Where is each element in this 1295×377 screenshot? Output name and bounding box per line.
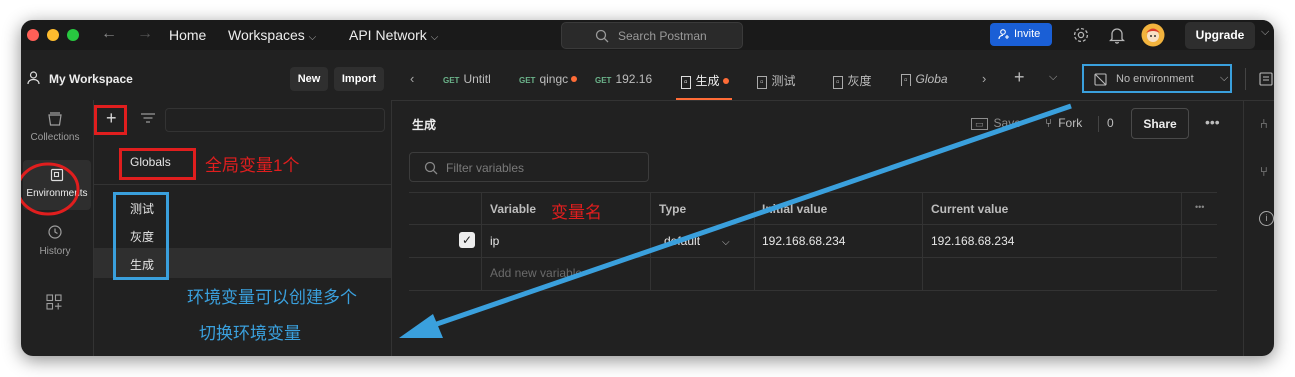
annotation-globals-highlight — [119, 148, 196, 180]
api-network-menu[interactable]: API Network ⌵ — [349, 27, 438, 43]
sidebar-item-collections[interactable]: Collections — [21, 112, 89, 150]
tab-scroll-left-icon[interactable]: ‹ — [410, 71, 414, 86]
more-options-icon[interactable]: ••• — [1205, 114, 1220, 130]
collections-icon — [48, 112, 62, 126]
filter-lines-icon[interactable] — [141, 113, 155, 125]
chevron-down-icon: ⌵ — [1220, 72, 1229, 84]
notification-bell-icon[interactable] — [1109, 26, 1125, 44]
minimize-window-button[interactable] — [47, 29, 59, 41]
invite-button[interactable]: Invite — [990, 23, 1052, 46]
chevron-down-icon: ⌵ — [430, 32, 439, 43]
tab-request-3[interactable]: GET 192.16 — [595, 72, 669, 86]
column-options-icon[interactable]: ••• — [1195, 202, 1204, 212]
fork-icon[interactable]: ⑂ — [1260, 164, 1268, 179]
tab-scroll-right-icon[interactable]: › — [982, 71, 986, 86]
workspaces-menu[interactable]: Workspaces ⌵ — [228, 27, 316, 43]
search-placeholder: Search Postman — [618, 29, 707, 43]
annotation-env-note-1: 环境变量可以创建多个 — [187, 288, 357, 307]
environment-icon: ▫ — [901, 74, 911, 86]
environment-icon: ▫ — [833, 76, 843, 89]
back-arrow-icon[interactable]: ← — [101, 25, 117, 43]
search-input[interactable]: Search Postman — [561, 22, 743, 49]
tab-request-2[interactable]: GET qingc — [519, 72, 585, 86]
workspace-name: My Workspace — [49, 72, 133, 86]
share-button[interactable]: Share — [1131, 108, 1189, 139]
avatar[interactable] — [1141, 23, 1165, 47]
environment-selector[interactable]: No environment ⌵ — [1082, 64, 1232, 93]
close-window-button[interactable] — [27, 29, 39, 41]
search-icon — [595, 29, 609, 43]
forward-arrow-icon[interactable]: → — [137, 25, 153, 43]
environment-icon: ▫ — [757, 76, 767, 89]
tab-environment-production[interactable]: ▫ 生成 — [681, 72, 741, 89]
tab-environment-gray[interactable]: ▫ 灰度 — [833, 72, 899, 89]
environment-icon: ▫ — [681, 76, 691, 89]
annotation-arrow — [399, 103, 1072, 338]
upgrade-button[interactable]: Upgrade — [1185, 22, 1255, 49]
fork-count: 0 — [1107, 116, 1114, 130]
table-border — [1181, 192, 1182, 290]
annotation-plus-highlight — [94, 105, 127, 135]
annotation-env-note-2: 切换环境变量 — [199, 324, 301, 343]
chevron-down-icon: ⌵ — [308, 32, 317, 43]
history-clock-icon — [48, 225, 62, 239]
title-bar: ← → Home Workspaces ⌵ API Network ⌵ Sear… — [21, 20, 1274, 50]
divider — [94, 184, 391, 185]
sidebar-item-history[interactable]: History — [21, 224, 89, 262]
new-tab-plus-icon[interactable]: + — [1014, 67, 1025, 88]
unsaved-dot — [571, 76, 578, 82]
environment-search-input[interactable] — [165, 108, 385, 132]
divider — [1245, 68, 1246, 90]
postman-window: ← → Home Workspaces ⌵ API Network ⌵ Sear… — [21, 20, 1274, 356]
annotation-environments-highlight — [113, 192, 169, 280]
add-user-icon — [998, 29, 1009, 40]
environment-quick-look-icon[interactable] — [1259, 72, 1273, 86]
tab-environment-test[interactable]: ▫ 测试 — [757, 72, 823, 89]
tab-environment-globals[interactable]: ▫ Globa — [901, 72, 967, 86]
maximize-window-button[interactable] — [67, 29, 79, 41]
chevron-down-icon[interactable]: ⌵ — [1261, 26, 1269, 39]
settings-gear-icon[interactable] — [1072, 26, 1090, 44]
annotation-environments-circle — [21, 162, 80, 216]
divider — [1098, 116, 1099, 132]
info-icon[interactable]: i — [1259, 211, 1274, 226]
new-button[interactable]: New — [290, 67, 328, 91]
tab-request-1[interactable]: GET Untitl — [443, 72, 511, 86]
pull-request-icon[interactable]: ⑃ — [1260, 116, 1268, 131]
home-link[interactable]: Home — [169, 27, 206, 43]
no-environment-icon — [1094, 73, 1107, 86]
right-rail-divider — [1243, 100, 1244, 356]
import-button[interactable]: Import — [334, 67, 384, 91]
tab-list-chevron-icon[interactable]: ⌵ — [1049, 71, 1057, 84]
configure-sidebar-icon[interactable] — [46, 294, 62, 310]
annotation-globals-note: 全局变量1个 — [205, 156, 300, 175]
user-icon — [27, 71, 40, 85]
unsaved-dot — [722, 78, 729, 84]
